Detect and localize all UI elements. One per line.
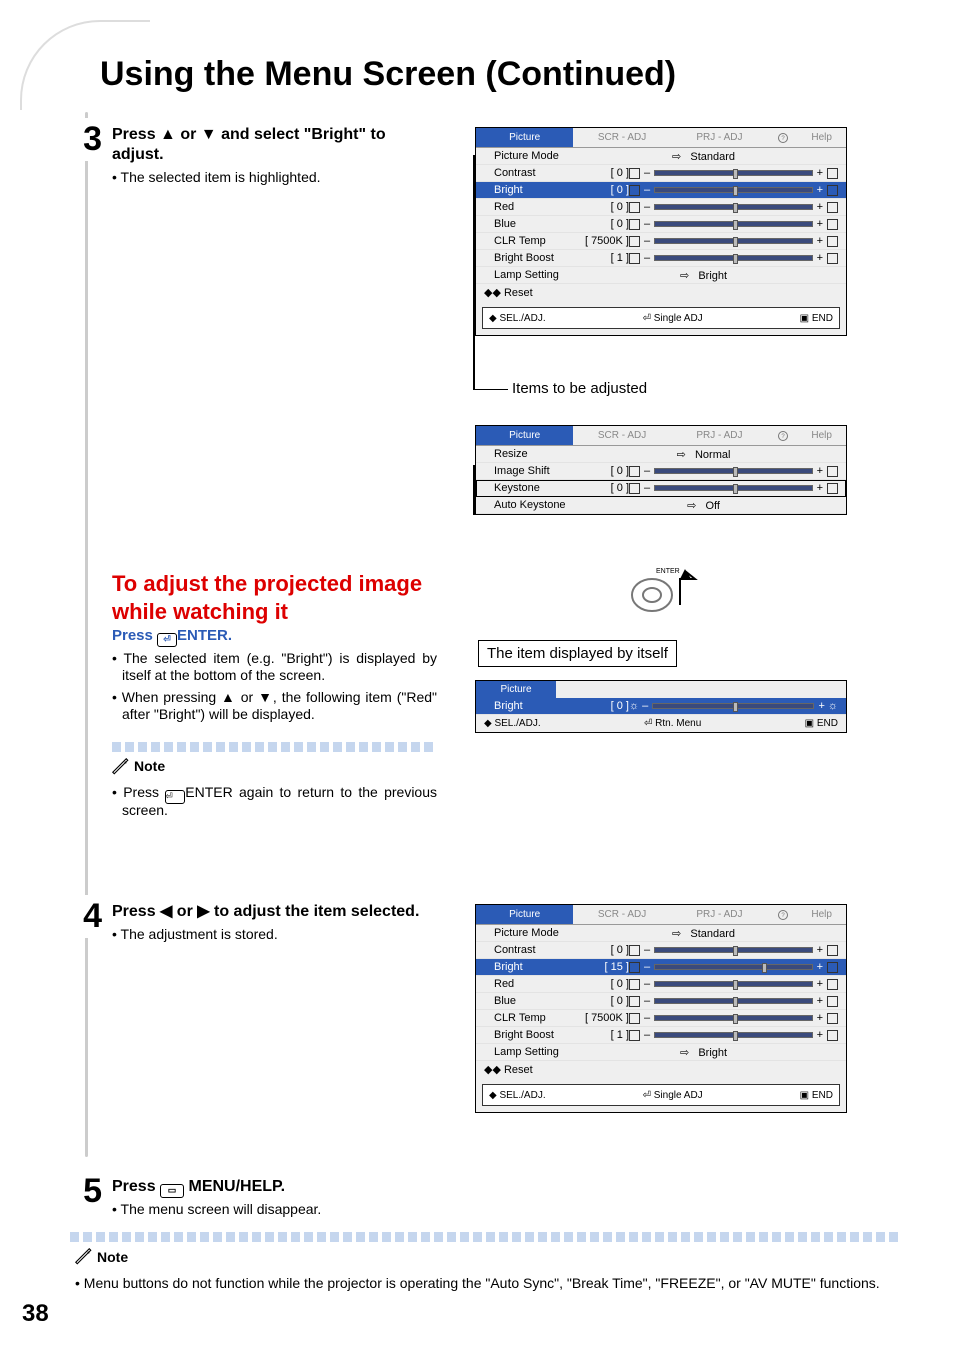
decorative-squares xyxy=(70,1232,898,1242)
osd-tab: Help xyxy=(797,128,846,148)
step-number-3: 3 xyxy=(62,118,102,161)
osd-picture-menu-1: PictureSCR - ADJPRJ - ADJ? Help Picture M… xyxy=(475,127,847,336)
osd-row: Contrast[ 0 ]–+ xyxy=(476,165,846,182)
osd-tab: Picture xyxy=(476,128,573,148)
up-triangle-icon: ▲ xyxy=(160,126,176,143)
step5-content: Press ▭ MENU/HELP. • The menu screen wil… xyxy=(112,1177,852,1219)
osd-tab: Picture xyxy=(476,905,573,925)
step3-bullet: • The selected item is highlighted. xyxy=(112,169,437,187)
down-triangle-icon: ▼ xyxy=(201,126,217,143)
note-icon xyxy=(75,1248,93,1266)
osd-row: Bright Boost[ 1 ]–+ xyxy=(476,1027,846,1044)
osd-row: Bright[ 0 ]–+ xyxy=(476,182,846,199)
caption-items-adjusted: Items to be adjusted xyxy=(512,380,647,397)
osd-footer: ◆ SEL./ADJ. ⏎ Single ADJ ▣ END xyxy=(482,1084,840,1106)
osd-tab: PRJ - ADJ xyxy=(671,128,768,148)
page-title: Using the Menu Screen (Continued) xyxy=(100,55,676,94)
osd-tab: SCR - ADJ xyxy=(573,426,670,446)
osd-row: CLR Temp[ 7500K ]–+ xyxy=(476,233,846,250)
enter-button-icon: ⏎ xyxy=(165,790,185,804)
enter-button-icon: ⏎ xyxy=(157,633,177,647)
osd-row: CLR Temp[ 7500K ]–+ xyxy=(476,1010,846,1027)
osd-footer: ◆ SEL./ADJ. ⏎ Single ADJ ▣ END xyxy=(482,307,840,329)
osd-footer: ◆ SEL./ADJ. ⏎ Rtn. Menu ▣ END xyxy=(476,715,846,732)
osd-row: Image Shift[ 0 ]–+ xyxy=(476,463,846,480)
svg-text:?: ? xyxy=(781,136,785,142)
osd-row: Bright[ 15 ]–+ xyxy=(476,959,846,976)
svg-text:?: ? xyxy=(781,913,785,919)
step5-heading: Press ▭ MENU/HELP. xyxy=(112,1177,852,1197)
osd-tab: ? xyxy=(768,905,797,925)
osd-row: Lamp Setting⇨ Bright xyxy=(476,267,846,284)
footnote-body: • Menu buttons do not function while the… xyxy=(75,1275,895,1291)
sel-adj-label: ◆ SEL./ADJ. xyxy=(489,313,546,324)
osd-row: Picture Mode⇨ Standard xyxy=(476,148,846,165)
page-number: 38 xyxy=(22,1300,49,1328)
osd-tab: ? xyxy=(768,128,797,148)
osd-tab: Picture xyxy=(476,426,573,446)
osd-row: Lamp Setting⇨ Bright xyxy=(476,1044,846,1061)
vertical-line xyxy=(85,112,88,1157)
end-label: ▣ END xyxy=(800,313,833,324)
osd-row-bright: Bright [ 0 ] ☼ –+ ☼ xyxy=(476,698,846,715)
decorative-squares xyxy=(112,742,437,752)
remote-enter-icon: ENTER xyxy=(628,565,700,622)
caption-item-itself-box: The item displayed by itself xyxy=(478,640,677,667)
osd-row: Resize⇨ Normal xyxy=(476,446,846,463)
step3-heading: Press ▲ or ▼ and select "Bright" to adju… xyxy=(112,125,437,165)
adjust-bullet1: • The selected item (e.g. "Bright") is d… xyxy=(112,650,437,685)
osd-row: ◆◆ Reset xyxy=(476,284,846,301)
osd-picture-menu-2: PictureSCR - ADJPRJ - ADJ? Help Picture M… xyxy=(475,904,847,1113)
leader-line xyxy=(473,155,475,390)
step-number-5: 5 xyxy=(62,1170,102,1213)
osd-scr-adj-menu: PictureSCR - ADJPRJ - ADJ? Help Resize⇨ N… xyxy=(475,425,847,515)
press-enter-heading: Press ⏎ENTER. xyxy=(112,627,437,646)
osd-row: Bright Boost[ 1 ]–+ xyxy=(476,250,846,267)
leader-line xyxy=(473,389,508,390)
osd-row: Picture Mode⇨ Standard xyxy=(476,925,846,942)
osd-row: Red[ 0 ]–+ xyxy=(476,199,846,216)
enter-text: ENTER xyxy=(656,568,680,575)
osd-row: Auto Keystone⇨ Off xyxy=(476,497,846,514)
step5-bullet: • The menu screen will disappear. xyxy=(112,1201,852,1219)
adjust-section: To adjust the projected image while watc… xyxy=(112,570,437,819)
note-heading: Note xyxy=(75,1248,128,1266)
leader-line xyxy=(473,465,475,515)
menu-button-icon: ▭ xyxy=(160,1184,184,1198)
osd-tab: Help xyxy=(797,426,846,446)
osd-row: Blue[ 0 ]–+ xyxy=(476,993,846,1010)
footnote-section: Note • Menu buttons do not function whil… xyxy=(75,1248,895,1291)
osd-row: Keystone[ 0 ]–+ xyxy=(476,480,846,497)
step-number-4: 4 xyxy=(62,895,102,938)
step3-content: Press ▲ or ▼ and select "Bright" to adju… xyxy=(112,125,437,187)
note-heading: Note xyxy=(112,758,165,776)
step4-content: Press ◀ or ▶ to adjust the item selected… xyxy=(112,902,437,944)
osd-row: Blue[ 0 ]–+ xyxy=(476,216,846,233)
note-icon xyxy=(112,758,130,776)
osd-tab: PRJ - ADJ xyxy=(671,905,768,925)
up-triangle-icon: ▲ xyxy=(221,689,236,705)
osd-tab: PRJ - ADJ xyxy=(671,426,768,446)
osd-row: Contrast[ 0 ]–+ xyxy=(476,942,846,959)
osd-tab: SCR - ADJ xyxy=(573,128,670,148)
osd-tab: Picture xyxy=(476,681,556,698)
step4-heading: Press ◀ or ▶ to adjust the item selected… xyxy=(112,902,437,922)
left-triangle-icon: ◀ xyxy=(160,903,172,920)
osd-row: ◆◆ Reset xyxy=(476,1061,846,1078)
down-triangle-icon: ▼ xyxy=(258,689,273,705)
osd-tab: SCR - ADJ xyxy=(573,905,670,925)
svg-text:?: ? xyxy=(781,434,785,440)
adjust-bullet2: • When pressing ▲ or ▼, the following it… xyxy=(112,689,437,724)
single-adj-label: ⏎ Single ADJ xyxy=(643,313,703,324)
step4-bullet: • The adjustment is stored. xyxy=(112,926,437,944)
right-triangle-icon: ▶ xyxy=(197,903,209,920)
osd-single-adj: Picture Bright [ 0 ] ☼ –+ ☼ ◆ SEL./ADJ. … xyxy=(475,680,847,733)
osd-row: Red[ 0 ]–+ xyxy=(476,976,846,993)
note-body: • Press ⏎ENTER again to return to the pr… xyxy=(112,784,437,819)
adjust-heading: To adjust the projected image while watc… xyxy=(112,570,437,625)
osd-tab: ? xyxy=(768,426,797,446)
osd-tab: Help xyxy=(797,905,846,925)
